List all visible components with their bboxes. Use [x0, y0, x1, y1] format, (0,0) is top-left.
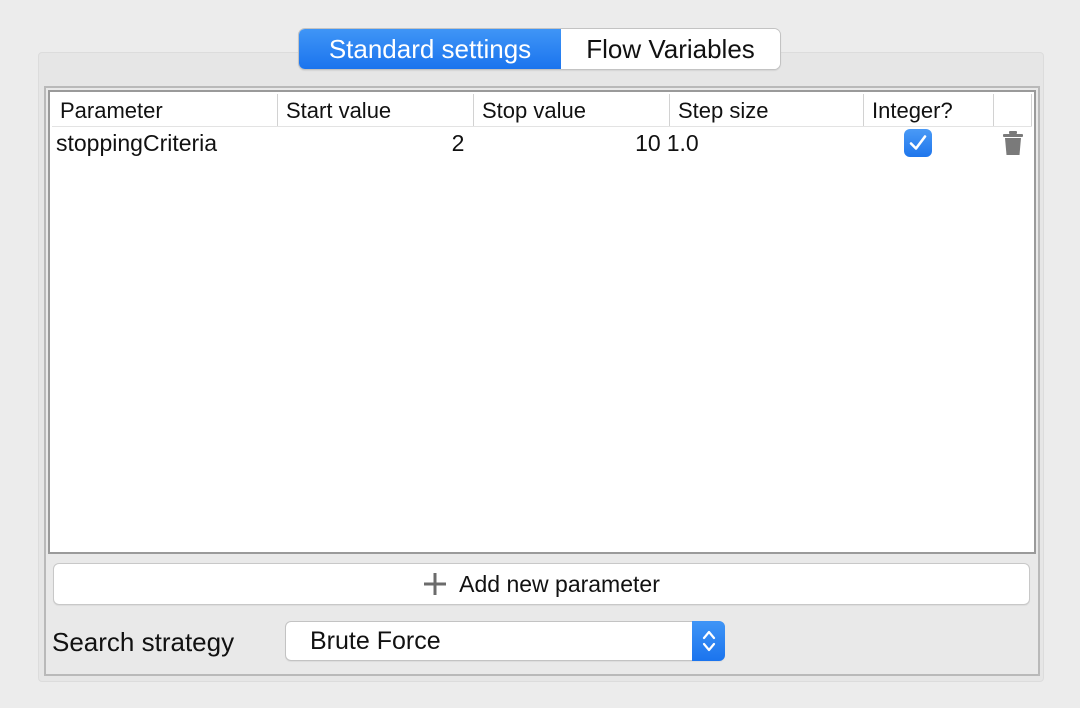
column-header-integer[interactable]: Integer? — [864, 94, 994, 126]
cell-integer — [857, 126, 986, 160]
search-strategy-label: Search strategy — [52, 627, 235, 657]
trash-icon — [1003, 131, 1024, 155]
column-header-step-size[interactable]: Step size — [670, 94, 864, 126]
cell-parameter[interactable]: stoppingCriteria — [52, 126, 276, 160]
column-header-start-value[interactable]: Start value — [278, 94, 474, 126]
up-down-chevron-icon[interactable] — [692, 621, 725, 661]
tab-standard-settings[interactable]: Standard settings — [299, 29, 561, 69]
column-header-stop-value[interactable]: Stop value — [474, 94, 670, 126]
cell-start-value[interactable]: 2 — [276, 126, 470, 160]
search-strategy-select[interactable]: Brute Force — [285, 621, 725, 661]
column-header-actions — [994, 94, 1032, 126]
table-row[interactable]: stoppingCriteria 2 10 1.0 — [52, 126, 1032, 160]
delete-row-button[interactable] — [994, 126, 1032, 160]
plus-icon — [423, 572, 447, 596]
parameter-table: Parameter Start value Stop value Step si… — [48, 90, 1036, 554]
tab-flow-variables[interactable]: Flow Variables — [561, 29, 780, 69]
cell-stop-value[interactable]: 10 — [470, 126, 664, 160]
search-strategy-value: Brute Force — [310, 627, 441, 655]
column-header-parameter[interactable]: Parameter — [52, 94, 278, 126]
integer-checkbox[interactable] — [904, 129, 933, 157]
cell-step-size[interactable]: 1.0 — [665, 126, 857, 160]
add-parameter-button[interactable]: Add new parameter — [53, 563, 1030, 605]
tab-bar: Standard settings Flow Variables — [298, 28, 781, 70]
checkmark-icon — [910, 135, 927, 150]
add-parameter-label: Add new parameter — [459, 570, 660, 597]
table-header: Parameter Start value Stop value Step si… — [52, 94, 1032, 127]
